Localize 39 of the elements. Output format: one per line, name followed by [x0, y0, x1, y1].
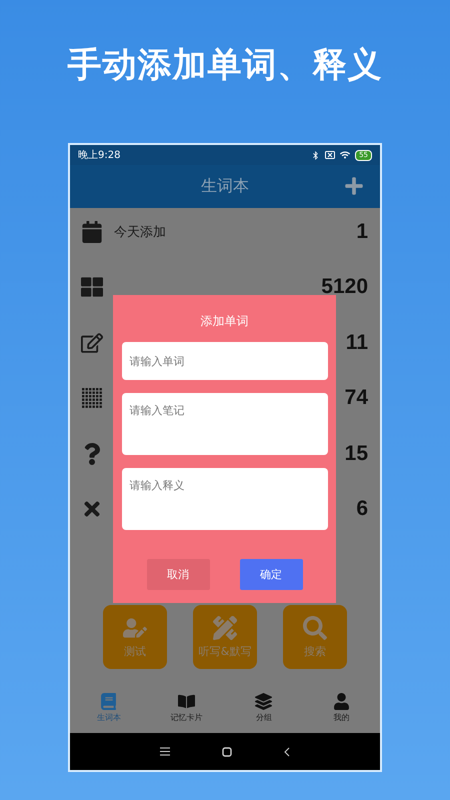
- add-button[interactable]: [344, 176, 364, 196]
- confirm-button[interactable]: 确定: [240, 559, 302, 590]
- stat-count: 6: [356, 497, 368, 522]
- open-book-icon: [178, 693, 195, 710]
- grid-icon: [81, 276, 103, 298]
- dialog-title: 添加单词: [200, 313, 248, 330]
- home-icon[interactable]: [222, 746, 232, 756]
- screen-title: 生词本: [201, 176, 249, 197]
- input-field[interactable]: 请输入笔记: [122, 393, 328, 455]
- nav-tab[interactable]: 我的: [311, 693, 372, 723]
- book-icon: [100, 693, 118, 710]
- user-edit-icon: [123, 616, 147, 640]
- calendar-icon: [81, 220, 103, 243]
- stat-count: 15: [344, 442, 368, 466]
- wifi-icon: [340, 150, 350, 160]
- nav-tab[interactable]: 记忆卡片: [156, 693, 216, 723]
- headline: 手动添加单词、释义: [68, 44, 382, 87]
- bluetooth-icon: [311, 150, 320, 160]
- sim-icon: [325, 151, 336, 159]
- plus-icon: [344, 176, 364, 196]
- stat-count: 1: [356, 220, 368, 244]
- search-icon: [303, 616, 327, 640]
- stat-label: 今天添加: [114, 224, 166, 241]
- stat-count: 74: [344, 386, 368, 410]
- status-time: 晚上9:28: [78, 148, 120, 162]
- menu-icon[interactable]: [160, 747, 170, 756]
- user-icon: [332, 693, 350, 710]
- nav-tab[interactable]: 生词本: [78, 693, 139, 723]
- nav-tab[interactable]: 分组: [234, 693, 294, 723]
- back-icon[interactable]: [284, 746, 290, 756]
- layers-icon: [255, 693, 272, 710]
- edit-icon: [81, 332, 103, 354]
- dot-grid-icon: [81, 387, 103, 410]
- input-field[interactable]: 请输入单词: [122, 342, 328, 380]
- pencil-ruler-icon: [213, 616, 237, 640]
- input-field[interactable]: 请输入释义: [122, 468, 328, 530]
- stat-count: 5120: [321, 275, 368, 300]
- cancel-button[interactable]: 取消: [146, 559, 210, 590]
- stat-count: 11: [346, 330, 368, 355]
